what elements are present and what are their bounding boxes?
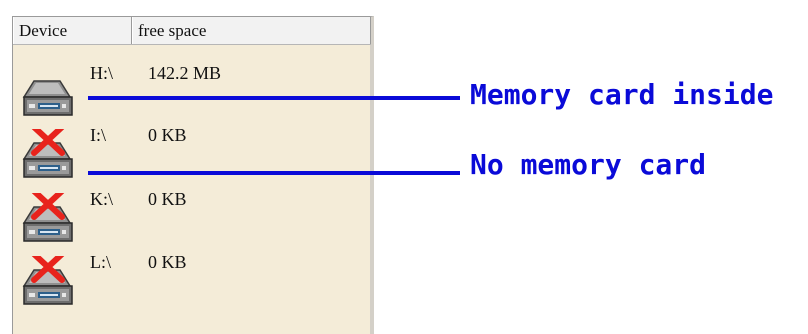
- drive-free-space: 0 KB: [148, 252, 187, 272]
- drive-free-space: 0 KB: [148, 125, 187, 145]
- column-header-device[interactable]: Device: [13, 17, 132, 44]
- drive-free-space: 0 KB: [148, 189, 187, 209]
- device-list-panel: Device free space H:\ 142.2 MB I:\ 0 KB …: [12, 16, 374, 334]
- drive-letter: H:\: [90, 63, 114, 83]
- drive-letter: L:\: [90, 252, 111, 272]
- callout-no-memory-card: No memory card: [470, 148, 707, 181]
- removable-drive-icon: [22, 256, 73, 305]
- drive-letter: K:\: [90, 189, 114, 209]
- device-row-l[interactable]: L:\ 0 KB: [13, 252, 371, 314]
- removable-drive-icon: [22, 80, 73, 116]
- column-header-free-space[interactable]: free space: [132, 17, 371, 44]
- device-row-k[interactable]: K:\ 0 KB: [13, 189, 371, 251]
- pointer-line-card-inside: [88, 96, 460, 100]
- drive-letter: I:\: [90, 125, 106, 145]
- drive-free-space: 142.2 MB: [148, 63, 222, 83]
- callout-memory-card-inside: Memory card inside: [470, 78, 774, 111]
- removable-drive-icon: [22, 193, 73, 242]
- device-row-h[interactable]: H:\ 142.2 MB: [13, 63, 371, 125]
- list-header: Device free space: [13, 17, 371, 45]
- pointer-line-no-card: [88, 171, 460, 175]
- device-row-i[interactable]: I:\ 0 KB: [13, 125, 371, 187]
- removable-drive-icon: [22, 129, 73, 178]
